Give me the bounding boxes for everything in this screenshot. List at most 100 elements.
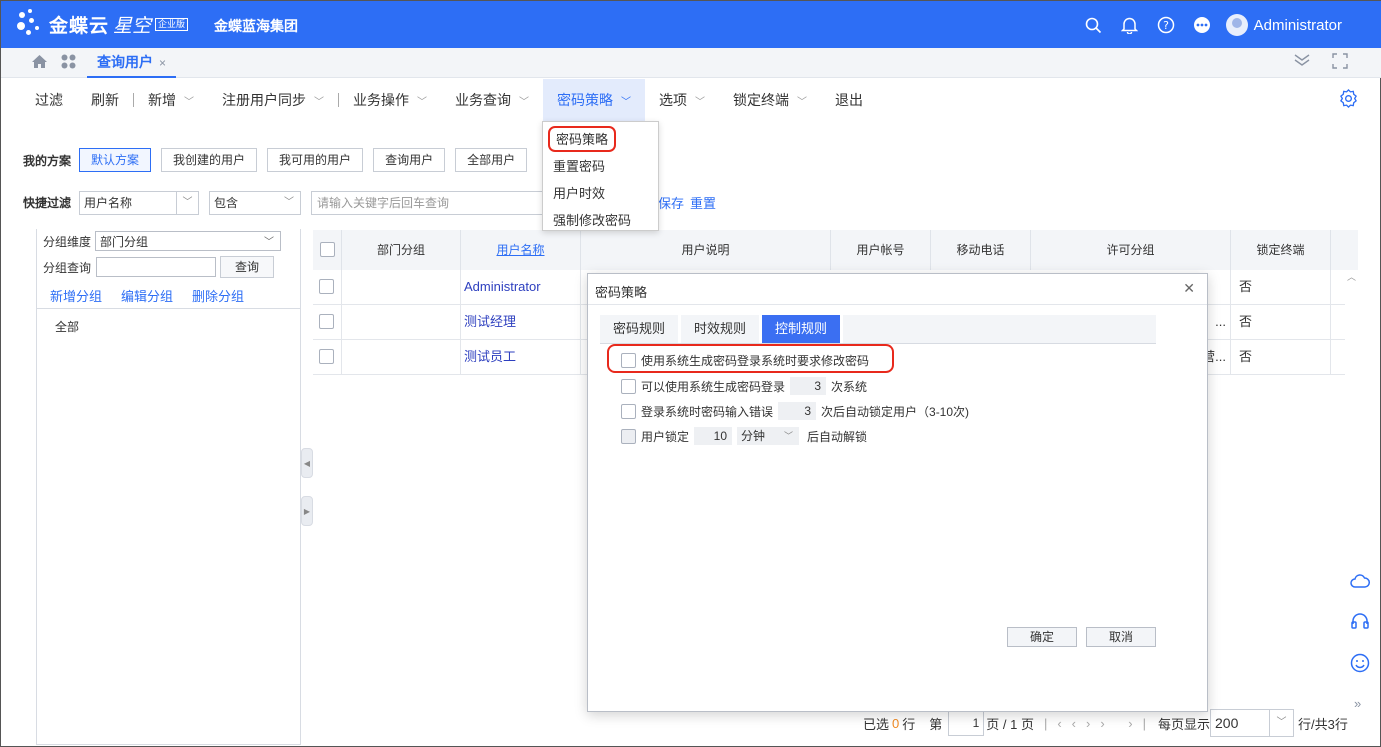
col-mobile[interactable]: 移动电话 (930, 230, 1030, 270)
cell-user-name[interactable]: Administrator (460, 270, 580, 305)
app-logo[interactable]: 金蝶云 星空 企业版 (17, 9, 189, 39)
save-filter-button[interactable]: 保存 (658, 193, 684, 212)
password-policy-button[interactable]: 密码策略 ﹀ (543, 79, 645, 121)
company-name[interactable]: 金蝶蓝海集团 (214, 16, 298, 36)
edit-group-button[interactable]: 编辑分组 (121, 286, 173, 305)
col-license-group[interactable]: 许可分组 (1030, 230, 1230, 270)
scheme-available-button[interactable]: 我可用的用户 (267, 148, 364, 172)
page-total: 页 / 1 页 (986, 716, 1034, 732)
option-auto-unlock[interactable]: 用户锁定 10 分钟 ﹀ 后自动解锁 (621, 427, 867, 445)
allow-system-login-checkbox[interactable] (621, 378, 636, 394)
register-sync-button[interactable]: 注册用户同步 ﹀ (208, 79, 338, 121)
quick-filter-label: 快捷过滤 (23, 196, 72, 210)
cell-locked: 否 (1230, 305, 1330, 340)
filter-operator-select[interactable]: 包含 ﹀ (209, 190, 302, 215)
search-icon[interactable] (1076, 11, 1112, 39)
cell-user-name[interactable]: 测试员工 (460, 340, 580, 375)
close-icon[interactable]: ✕ (1183, 280, 1195, 297)
lock-on-errors-checkbox[interactable] (621, 403, 636, 419)
business-query-button[interactable]: 业务查询 ﹀ (441, 79, 543, 121)
reset-filter-button[interactable]: 重置 (690, 193, 716, 212)
col-dept-group[interactable]: 部门分组 (341, 230, 460, 270)
more-icon[interactable] (1184, 11, 1220, 39)
tab-password-rules[interactable]: 密码规则 (600, 315, 682, 343)
per-page-label: 每页显示 (1157, 716, 1210, 732)
exit-button[interactable]: 退出 (821, 79, 877, 121)
gear-icon[interactable] (1339, 89, 1358, 113)
delete-group-button[interactable]: 删除分组 (192, 286, 244, 305)
svg-text:?: ? (1163, 19, 1169, 32)
ok-button[interactable]: 确定 (1007, 627, 1077, 647)
avatar[interactable] (1225, 14, 1248, 36)
group-dim-select[interactable]: 部门分组 ﹀ (95, 231, 282, 251)
option-lock-on-errors[interactable]: 登录系统时密码输入错误 3 次后自动锁定用户（3-10次) (621, 402, 969, 420)
headset-icon[interactable] (1350, 612, 1370, 635)
cell-user-name[interactable]: 测试经理 (460, 305, 580, 340)
chevron-down-icon: ﹀ (519, 96, 529, 108)
lock-on-errors-count[interactable]: 3 (778, 402, 817, 420)
menu-item-force-change-password[interactable]: 强制修改密码 (543, 207, 658, 234)
group-panel: 分组维度 部门分组 ﹀ 分组查询 查询 新增分组 编辑分组 删除分组 全部 (36, 229, 301, 745)
business-operation-button[interactable]: 业务操作 ﹀ (339, 79, 441, 121)
option-allow-system-login[interactable]: 可以使用系统生成密码登录 3 次系统 (621, 377, 867, 395)
help-icon[interactable]: ? (1148, 11, 1184, 39)
page-nav-icons[interactable]: |‹‹›› ›| (1044, 716, 1156, 731)
close-icon[interactable]: × (159, 56, 166, 70)
smile-icon[interactable] (1350, 653, 1370, 678)
options-button[interactable]: 选项 ﹀ (645, 79, 719, 121)
tab-query-user[interactable]: 查询用户 × (87, 48, 177, 78)
allow-system-login-count[interactable]: 3 (790, 377, 827, 395)
col-user-account[interactable]: 用户帐号 (830, 230, 930, 270)
auto-unlock-unit-select[interactable]: 分钟 ﹀ (737, 427, 800, 445)
cloud-icon[interactable] (1350, 573, 1370, 594)
scheme-created-button[interactable]: 我创建的用户 (161, 148, 258, 172)
group-query-label: 分组查询 (43, 260, 92, 275)
chevron-down-icon[interactable] (1294, 53, 1310, 73)
group-query-button[interactable]: 查询 (220, 256, 275, 278)
fullscreen-icon[interactable] (1332, 53, 1348, 73)
user-name[interactable]: Administrator (1254, 17, 1342, 34)
page-input[interactable]: 1 (948, 710, 985, 736)
col-lock-terminal[interactable]: 锁定终端 (1230, 230, 1330, 270)
auto-unlock-unit-value: 分钟 (741, 429, 766, 443)
row-checkbox[interactable] (313, 340, 341, 375)
auto-unlock-checkbox[interactable] (621, 428, 636, 444)
filter-field-select[interactable]: 用户名称 ﹀ (79, 190, 200, 215)
home-icon[interactable] (31, 54, 48, 74)
bell-icon[interactable] (1112, 11, 1148, 39)
refresh-button[interactable]: 刷新 (77, 79, 133, 121)
keyword-input[interactable]: 请输入关键字后回车查询 (311, 190, 547, 215)
per-page-value: 200 (1215, 715, 1239, 731)
chevron-down-icon: ﹀ (264, 237, 275, 248)
menu-item-reset-password[interactable]: 重置密码 (543, 153, 658, 180)
col-user-name[interactable]: 用户名称 (460, 230, 580, 270)
menu-item-password-policy[interactable]: 密码策略 (543, 126, 658, 153)
auto-unlock-minutes[interactable]: 10 (694, 427, 733, 445)
lock-terminal-button[interactable]: 锁定终端 ﹀ (719, 79, 821, 121)
scroll-up-icon[interactable]: ︿ (1347, 270, 1356, 283)
row-checkbox[interactable] (313, 270, 341, 305)
cell-locked: 否 (1230, 270, 1330, 305)
expand-double-icon[interactable]: » (1354, 696, 1370, 711)
cancel-button[interactable]: 取消 (1086, 627, 1156, 647)
row-checkbox[interactable] (313, 305, 341, 340)
tab-validity-rules[interactable]: 时效规则 (681, 315, 763, 343)
per-page-select[interactable]: 200 ﹀ (1210, 709, 1294, 737)
scheme-default-button[interactable]: 默认方案 (79, 148, 152, 172)
require-change-checkbox[interactable] (621, 353, 636, 368)
menu-item-user-validity[interactable]: 用户时效 (543, 180, 658, 207)
app-grid-icon[interactable] (61, 54, 76, 73)
add-group-button[interactable]: 新增分组 (50, 286, 102, 305)
tab-control-rules[interactable]: 控制规则 (762, 315, 844, 343)
select-all-checkbox[interactable] (313, 230, 341, 270)
scheme-all-button[interactable]: 全部用户 (455, 148, 528, 172)
option-require-change[interactable]: 使用系统生成密码登录系统时要求修改密码 (621, 352, 869, 369)
filter-button[interactable]: 过滤 (21, 79, 77, 121)
col-user-desc[interactable]: 用户说明 (580, 230, 830, 270)
scheme-query-button[interactable]: 查询用户 (373, 148, 446, 172)
new-button[interactable]: 新增 ﹀ (134, 79, 208, 121)
expand-right-icon[interactable]: ▶ (301, 496, 313, 526)
collapse-left-icon[interactable]: ◀ (301, 448, 313, 478)
group-query-input[interactable] (96, 257, 217, 277)
tree-node-all[interactable]: 全部 (55, 318, 79, 335)
